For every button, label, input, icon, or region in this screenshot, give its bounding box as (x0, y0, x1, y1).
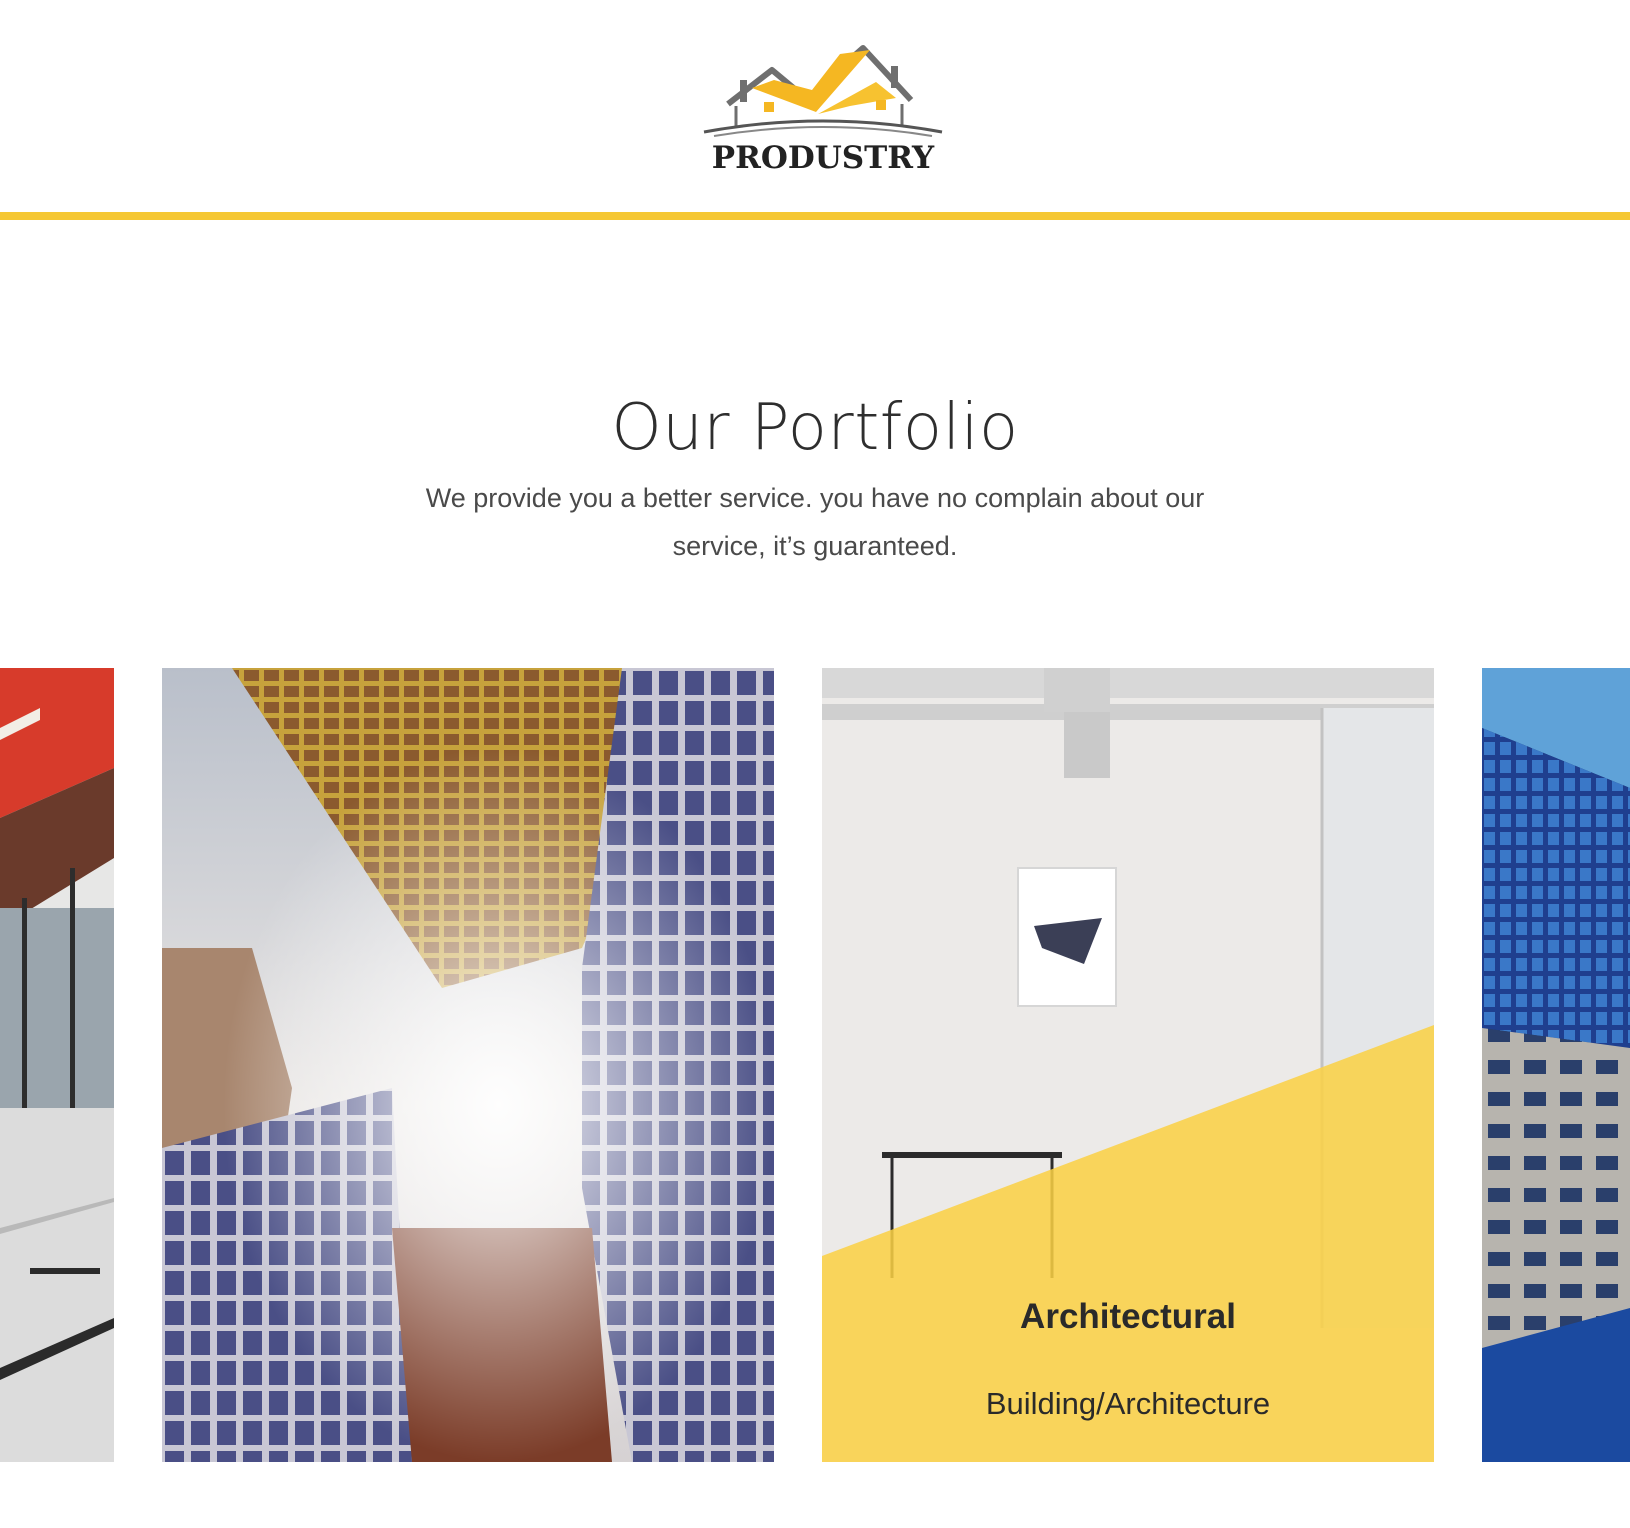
portfolio-card-4[interactable] (1482, 668, 1630, 1462)
blue-glass-tower-photo (1482, 668, 1630, 1462)
portfolio-card-3-active[interactable]: Architectural Building/Architecture (822, 668, 1434, 1462)
yellow-diagonal-overlay (822, 1025, 1434, 1462)
house-roof-logo-icon[interactable]: PRODUSTRY (700, 40, 946, 174)
portfolio-card-2[interactable] (162, 668, 774, 1462)
brand-name: PRODUSTRY (712, 140, 935, 174)
site-header: PRODUSTRY (0, 0, 1630, 220)
card-category[interactable]: Building/Architecture (822, 1384, 1434, 1424)
skyscrapers-from-below-photo (162, 668, 774, 1462)
section-title: Our Portfolio (611, 391, 1019, 465)
card-title[interactable]: Architectural (822, 1295, 1434, 1339)
section-subtitle: We provide you a better service. you hav… (425, 483, 1205, 561)
page: PRODUSTRY Our Portfolio We provide you a… (0, 0, 1630, 1528)
red-ceiling-glass-lobby-photo (0, 668, 114, 1462)
portfolio-card-1[interactable] (0, 668, 114, 1462)
header-accent-rule (0, 212, 1630, 220)
